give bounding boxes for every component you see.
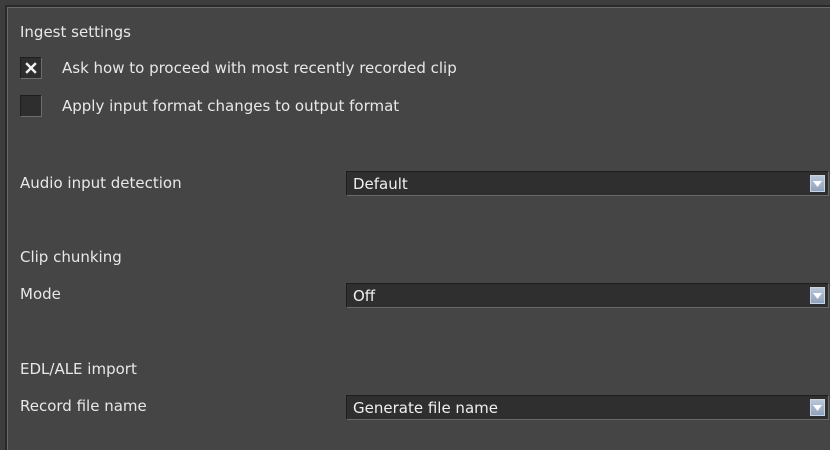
record-file-name-dropdown[interactable]: Generate file name <box>346 395 829 420</box>
x-check-icon <box>25 62 37 74</box>
record-file-name-value: Generate file name <box>353 399 498 417</box>
mode-value: Off <box>353 287 376 305</box>
mode-dropdown-button[interactable] <box>810 287 825 304</box>
apply-format-checkbox[interactable] <box>20 95 42 117</box>
ask-proceed-label: Ask how to proceed with most recently re… <box>62 59 457 77</box>
audio-input-detection-value: Default <box>353 175 408 193</box>
mode-label: Mode <box>20 285 61 303</box>
chevron-down-icon <box>813 180 822 187</box>
chevron-down-icon <box>813 404 822 411</box>
edl-ale-import-heading: EDL/ALE import <box>20 360 137 378</box>
clip-chunking-heading: Clip chunking <box>20 248 122 266</box>
ingest-settings-heading: Ingest settings <box>20 23 131 41</box>
audio-input-detection-dropdown[interactable]: Default <box>346 171 829 196</box>
mode-dropdown[interactable]: Off <box>346 283 829 308</box>
record-file-name-dropdown-button[interactable] <box>810 399 825 416</box>
ask-proceed-checkbox[interactable] <box>20 57 42 79</box>
audio-dropdown-button[interactable] <box>810 175 825 192</box>
audio-input-detection-label: Audio input detection <box>20 174 182 192</box>
apply-format-label: Apply input format changes to output for… <box>62 97 400 115</box>
record-file-name-label: Record file name <box>20 397 147 415</box>
chevron-down-icon <box>813 292 822 299</box>
